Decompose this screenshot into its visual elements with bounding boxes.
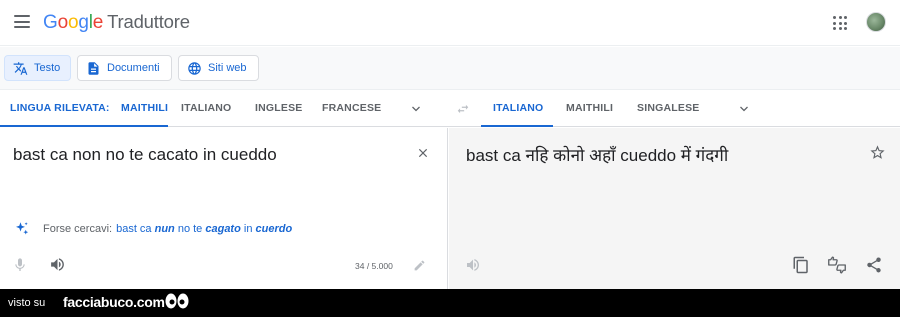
did-you-mean-suggestion: Forse cercavi: bast ca nun no te cagato … [13,220,292,238]
logo-letter: G [43,12,58,33]
globe-icon [188,61,201,75]
suggestion-link[interactable]: bast ca nun no te cagato in cuerdo [116,223,292,235]
suggestion-part: in [240,223,256,235]
apps-grid-icon[interactable] [833,16,847,30]
mode-label: Testo [34,62,61,74]
logo-letter: g [78,12,89,33]
edit-pencil-icon[interactable] [413,259,426,272]
watermark-footer: visto su facciabuco.com [0,289,900,317]
document-icon [88,61,99,75]
source-panel: bast ca non no te cacato in cueddo Forse… [0,128,448,289]
detected-language-label[interactable]: LINGUA RILEVATA: [10,102,110,114]
mode-text-button[interactable]: Testo [4,55,71,81]
footer-brand[interactable]: facciabuco.com [63,294,165,310]
account-avatar[interactable] [866,12,886,32]
mode-label: Documenti [107,62,160,74]
translation-panel: bast ca नहि कोनो अहाँ cueddo में गंदगी [449,128,900,289]
share-icon[interactable] [865,256,883,274]
google-translate-logo[interactable]: Google Traduttore [43,11,190,34]
source-text-input[interactable]: bast ca non no te cacato in cueddo [13,145,277,165]
logo-letter: e [92,12,104,33]
rate-translation-icon[interactable] [827,256,847,274]
logo-letter: o [67,12,79,33]
copy-icon[interactable] [792,256,810,274]
target-lang-option[interactable]: MAITHILI [566,102,613,114]
eyes-logo-icon [165,293,189,309]
suggestion-emphasis: nun [154,223,175,235]
mode-websites-button[interactable]: Siti web [178,55,259,81]
sparkle-icon [16,222,29,235]
star-icon[interactable] [869,144,886,161]
translate-icon [13,61,28,75]
app-header: Google Traduttore [0,0,900,46]
speaker-icon[interactable] [465,257,481,273]
language-bar: LINGUA RILEVATA: MAITHILI ITALIANO INGLE… [0,89,900,127]
logo-letter: o [57,12,69,33]
mode-label: Siti web [208,62,247,74]
hamburger-menu-icon[interactable] [14,15,30,28]
suggestion-prefix: Forse cercavi: [43,223,113,235]
microphone-icon[interactable] [12,257,28,273]
source-lang-option[interactable]: FRANCESE [322,102,381,114]
suggestion-emphasis: cuerdo [255,223,293,235]
target-selected-underline [481,125,553,127]
character-count: 34 / 5.000 [355,261,393,271]
target-lang-selected[interactable]: ITALIANO [493,102,543,114]
suggestion-part: no te [174,223,206,235]
swap-languages-icon[interactable] [456,102,470,116]
chevron-down-icon[interactable] [410,103,422,115]
source-lang-option[interactable]: INGLESE [255,102,303,114]
source-lang-option[interactable]: ITALIANO [181,102,231,114]
source-lang-detected[interactable]: MAITHILI [121,102,168,114]
chevron-down-icon[interactable] [738,103,750,115]
suggestion-part: bast ca [116,223,155,235]
speaker-icon[interactable] [49,256,66,273]
mode-documents-button[interactable]: Documenti [77,55,172,81]
translation-output: bast ca नहि कोनो अहाँ cueddo में गंदगी [466,146,729,165]
source-selected-underline [0,125,168,127]
mode-selector: Testo Documenti Siti web [0,47,900,89]
footer-prefix: visto su [8,297,46,309]
suggestion-emphasis: cagato [205,223,241,235]
close-icon[interactable] [416,146,430,160]
target-lang-option[interactable]: SINGALESE [637,102,699,114]
product-name: Traduttore [107,11,190,32]
